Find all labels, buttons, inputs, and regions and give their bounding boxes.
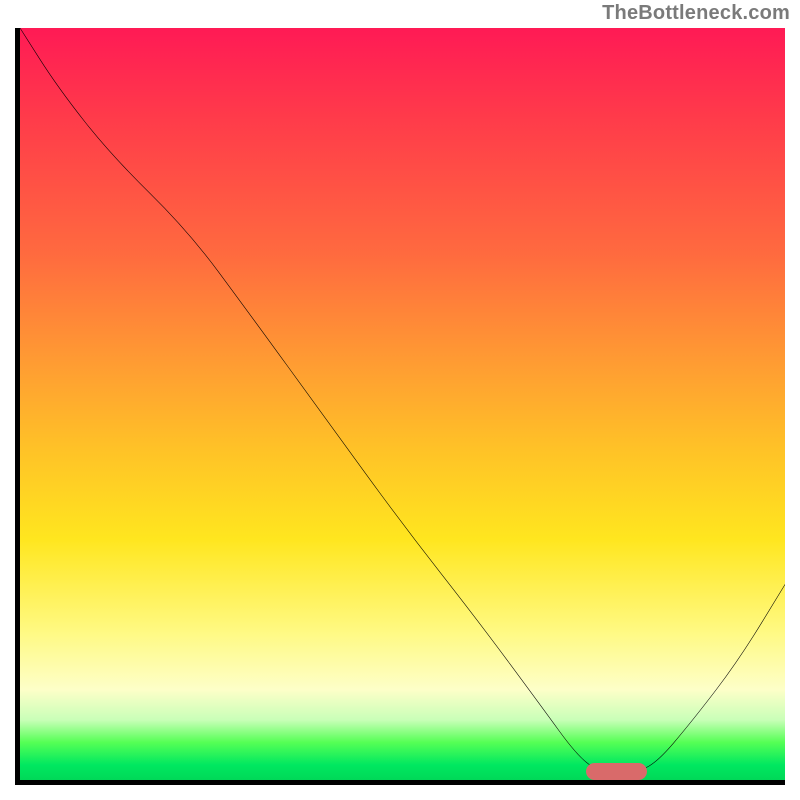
bottleneck-curve — [20, 28, 785, 780]
chart-container: TheBottleneck.com — [0, 0, 800, 800]
valley-marker — [586, 763, 647, 780]
attribution-text: TheBottleneck.com — [602, 2, 790, 25]
plot-area — [15, 28, 785, 785]
